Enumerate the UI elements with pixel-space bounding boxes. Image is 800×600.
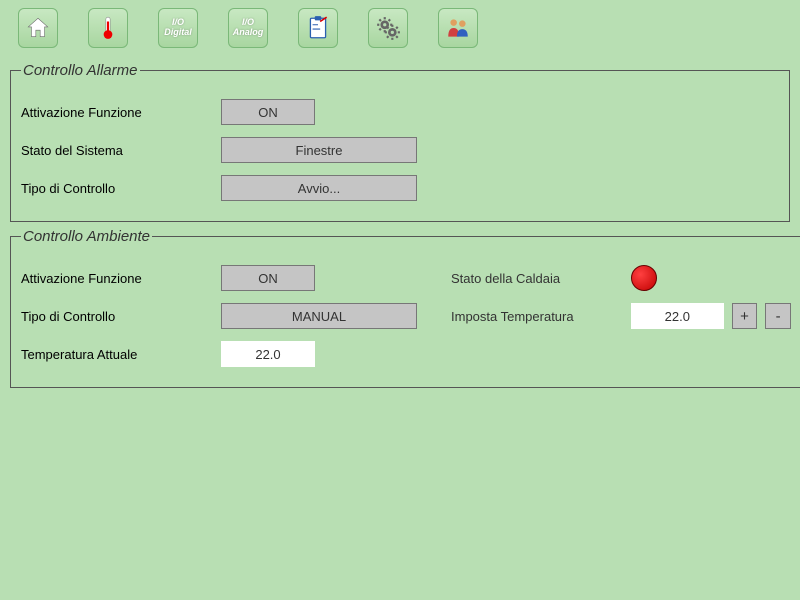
gears-icon [375,15,401,41]
temperature-button[interactable] [88,8,128,48]
users-button[interactable] [438,8,478,48]
controllo-allarme-panel: Controllo Allarme Attivazione Funzione O… [10,62,790,222]
ambiente-tipo-button[interactable]: MANUAL [221,303,417,329]
ambiente-legend: Controllo Ambiente [21,228,152,245]
temp-minus-button[interactable]: - [765,303,791,329]
home-icon [25,15,51,41]
clipboard-icon [305,15,331,41]
allarme-legend: Controllo Allarme [21,62,140,79]
io-digital-icon: I/O Digital [164,18,192,38]
allarme-tipo-label: Tipo di Controllo [21,181,221,196]
ambiente-tipo-label: Tipo di Controllo [21,309,221,324]
io-analog-icon: I/O Analog [233,18,264,38]
allarme-stato-button[interactable]: Finestre [221,137,417,163]
temp-attuale-value: 22.0 [221,341,315,367]
allarme-attivazione-label: Attivazione Funzione [21,105,221,120]
users-icon [445,15,471,41]
temp-plus-button[interactable]: + [732,303,758,329]
ambiente-attivazione-label: Attivazione Funzione [21,271,221,286]
allarme-attivazione-button[interactable]: ON [221,99,315,125]
ambiente-attivazione-button[interactable]: ON [221,265,315,291]
allarme-tipo-button[interactable]: Avvio... [221,175,417,201]
allarme-stato-label: Stato del Sistema [21,143,221,158]
controllo-ambiente-panel: Controllo Ambiente Attivazione Funzione … [10,228,800,388]
clipboard-button[interactable] [298,8,338,48]
thermometer-icon [95,15,121,41]
stato-caldaia-indicator [631,265,657,291]
imposta-temp-label: Imposta Temperatura [451,309,631,324]
home-button[interactable] [18,8,58,48]
io-analog-button[interactable]: I/O Analog [228,8,268,48]
io-digital-button[interactable]: I/O Digital [158,8,198,48]
stato-caldaia-label: Stato della Caldaia [451,271,631,286]
temp-attuale-label: Temperatura Attuale [21,347,221,362]
toolbar: I/O Digital I/O Analog [0,0,800,56]
imposta-temp-value: 22.0 [631,303,724,329]
settings-button[interactable] [368,8,408,48]
